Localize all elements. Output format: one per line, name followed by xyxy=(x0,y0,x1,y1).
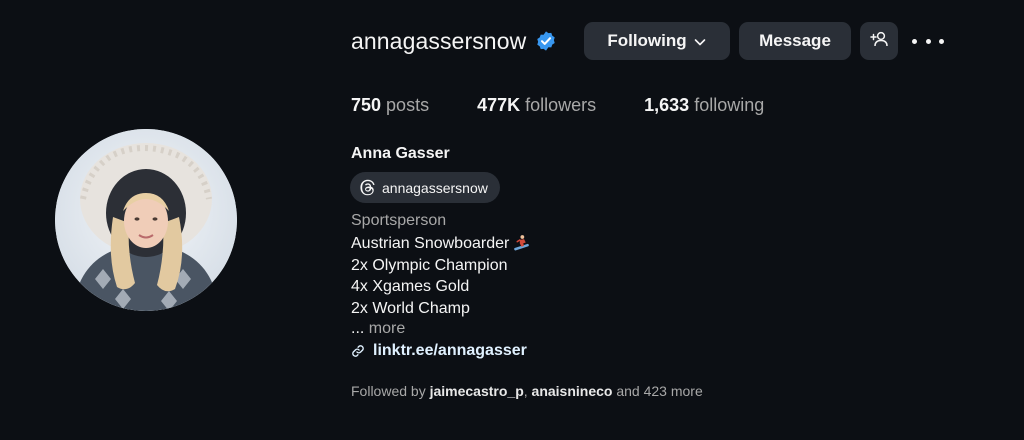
suggested-users-button[interactable] xyxy=(860,22,898,60)
message-button[interactable]: Message xyxy=(739,22,851,60)
profile-avatar[interactable] xyxy=(55,129,237,311)
followed-by-user[interactable]: anaisnineco xyxy=(532,383,613,399)
following-button-label: Following xyxy=(607,31,687,50)
following-label: following xyxy=(694,95,765,115)
threads-handle: annagassersnow xyxy=(382,179,488,196)
chevron-down-icon xyxy=(693,34,707,48)
followers-label: followers xyxy=(525,95,597,115)
followers-count: 477K xyxy=(477,95,521,115)
followed-by-user[interactable]: jaimecastro_p xyxy=(430,383,524,399)
threads-badge[interactable]: annagassersnow xyxy=(350,172,500,203)
external-link[interactable]: linktr.ee/annagasser xyxy=(351,342,527,360)
bio-more-label: more xyxy=(368,320,406,337)
followed-by-suffix: and 423 more xyxy=(616,383,703,399)
bio-line: 2x Olympic Champion xyxy=(351,256,508,274)
add-user-icon xyxy=(869,30,889,53)
bio-line: 4x Xgames Gold xyxy=(351,278,470,295)
followed-by-prefix: Followed by xyxy=(351,383,426,399)
followed-by-separator: , xyxy=(523,383,528,399)
threads-icon xyxy=(359,179,376,196)
snowboarder-emoji-icon xyxy=(513,234,530,251)
followed-by[interactable]: Followed by jaimecastro_p, anaisnineco a… xyxy=(351,383,703,399)
bio-more-ellipsis: ... xyxy=(351,320,365,337)
username: annagassersnow xyxy=(351,27,527,54)
bio-line: Austrian Snowboarder xyxy=(351,233,530,255)
link-icon xyxy=(351,344,365,358)
posts-label: posts xyxy=(386,95,430,115)
external-link-text: linktr.ee/annagasser xyxy=(373,342,527,359)
bio-line-text: Austrian Snowboarder xyxy=(351,235,510,252)
profile-category: Sportsperson xyxy=(351,212,447,229)
message-button-label: Message xyxy=(759,31,831,50)
bio: Austrian Snowboarder 2x Olympic Champion… xyxy=(351,233,530,319)
following-stat[interactable]: 1,633 following xyxy=(644,95,764,116)
followers-stat[interactable]: 477K followers xyxy=(477,95,596,116)
profile-header: annagassersnow xyxy=(351,22,557,60)
verified-badge-icon xyxy=(535,30,557,52)
bio-more-link[interactable]: ... more xyxy=(351,320,405,338)
following-button[interactable]: Following xyxy=(584,22,730,60)
more-options-icon[interactable] xyxy=(912,30,944,52)
profile-stats: 750 posts 477K followers 1,633 following xyxy=(351,95,812,116)
bio-line: 2x World Champ xyxy=(351,299,470,317)
full-name: Anna Gasser xyxy=(351,145,450,162)
posts-count: 750 xyxy=(351,95,382,115)
following-count: 1,633 xyxy=(644,95,690,115)
posts-stat: 750 posts xyxy=(351,95,429,116)
